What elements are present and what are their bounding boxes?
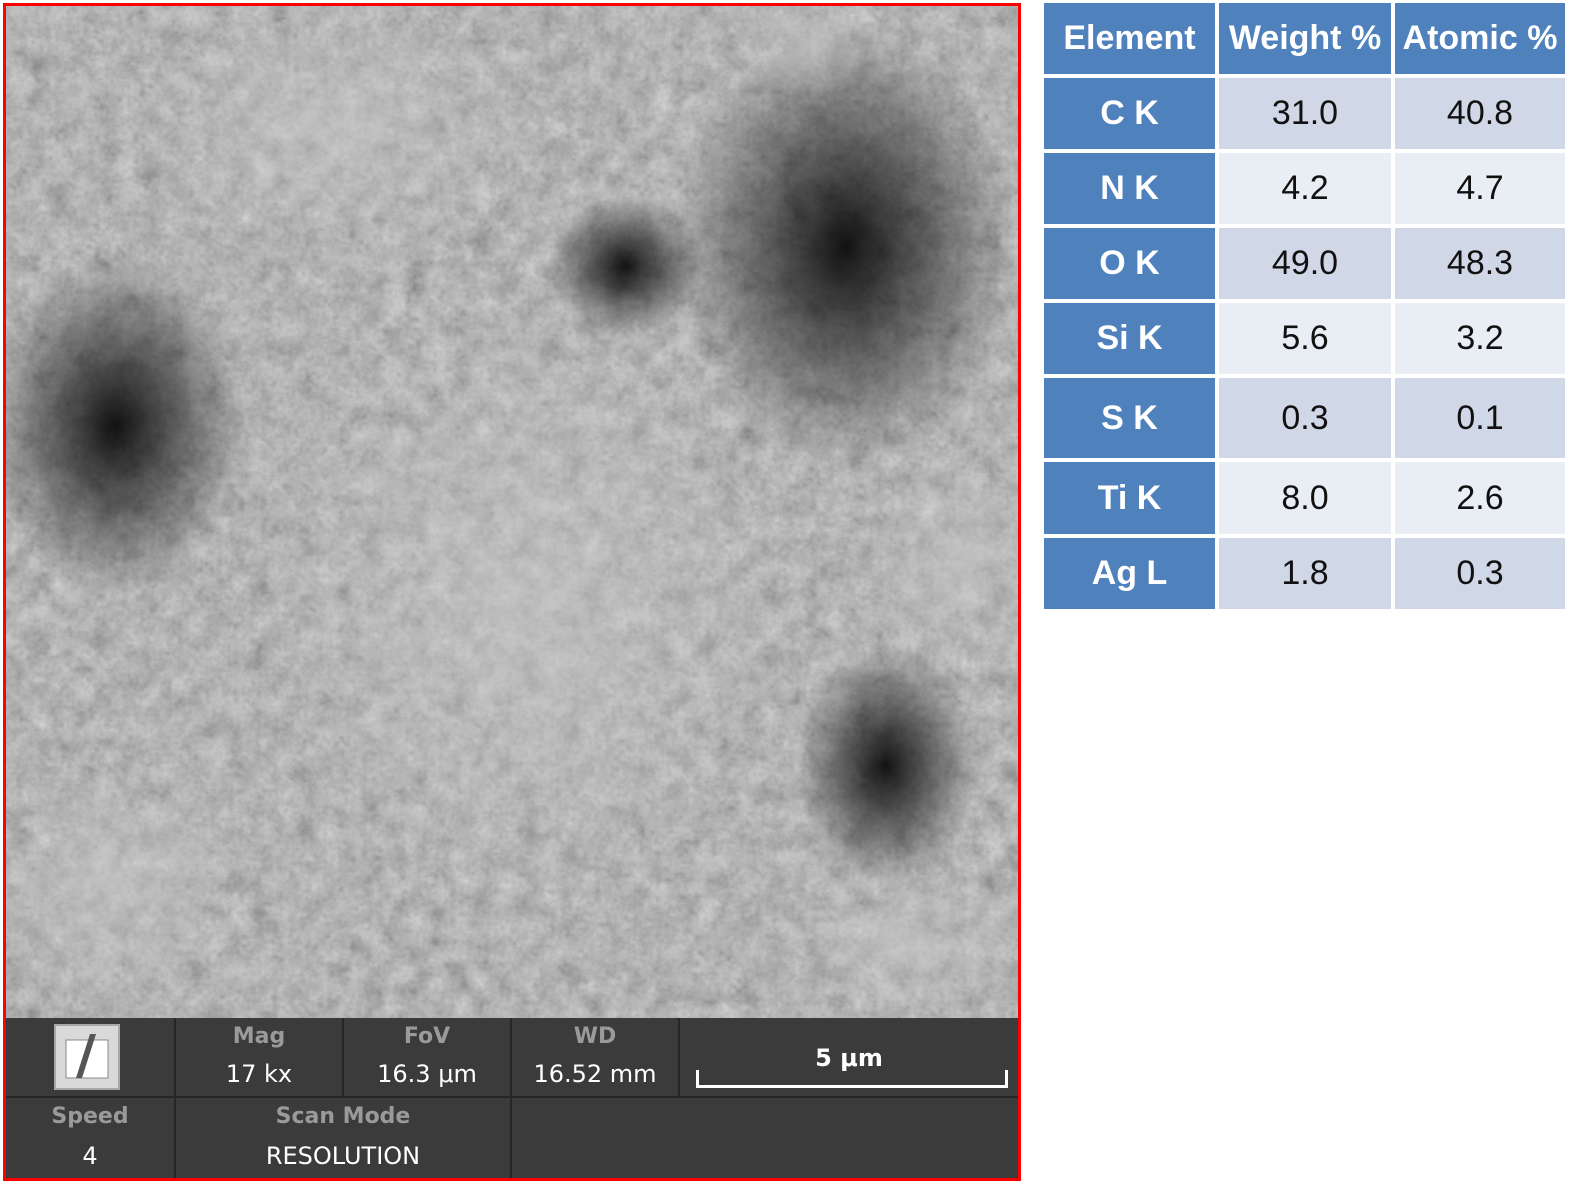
mag-cell: Mag 17 kx [176, 1018, 344, 1098]
header-element: Element [1044, 3, 1219, 78]
atomic-cell: 4.7 [1395, 153, 1569, 228]
logo-cell [6, 1018, 176, 1098]
table-row: S K 0.3 0.1 [1044, 378, 1569, 462]
scale-bar-cell: 5 μm [680, 1018, 1018, 1098]
header-atomic: Atomic % [1395, 3, 1569, 78]
phenom-logo-icon [54, 1024, 120, 1090]
speed-label: Speed [51, 1104, 129, 1129]
table-header-row: Element Weight % Atomic % [1044, 3, 1569, 78]
atomic-cell: 3.2 [1395, 303, 1569, 378]
table-row: Ti K 8.0 2.6 [1044, 462, 1569, 538]
scale-bar [696, 1070, 1008, 1088]
table-row: Si K 5.6 3.2 [1044, 303, 1569, 378]
sem-panel: Mag 17 kx FoV 16.3 μm WD 16.52 mm 5 μm S… [3, 3, 1021, 1181]
scale-bar-label: 5 μm [815, 1044, 883, 1072]
element-cell: S K [1044, 378, 1219, 462]
sem-databar: Mag 17 kx FoV 16.3 μm WD 16.52 mm 5 μm S… [6, 1018, 1018, 1178]
weight-cell: 49.0 [1219, 228, 1395, 303]
eds-composition-table: Element Weight % Atomic % C K 31.0 40.8 … [1044, 3, 1569, 613]
speed-cell: Speed 4 [6, 1098, 176, 1178]
element-cell: C K [1044, 78, 1219, 153]
scan-mode-cell: Scan Mode RESOLUTION [176, 1098, 512, 1178]
empty-cell [512, 1098, 1018, 1178]
wd-cell: WD 16.52 mm [512, 1018, 680, 1098]
fov-label: FoV [403, 1024, 451, 1049]
wd-value: 16.52 mm [533, 1060, 657, 1088]
atomic-cell: 2.6 [1395, 462, 1569, 538]
atomic-cell: 0.1 [1395, 378, 1569, 462]
table-row: O K 49.0 48.3 [1044, 228, 1569, 303]
atomic-cell: 48.3 [1395, 228, 1569, 303]
weight-cell: 1.8 [1219, 538, 1395, 613]
weight-cell: 5.6 [1219, 303, 1395, 378]
weight-cell: 0.3 [1219, 378, 1395, 462]
scan-mode-label: Scan Mode [275, 1104, 411, 1129]
element-cell: N K [1044, 153, 1219, 228]
mag-value: 17 kx [225, 1060, 293, 1088]
fov-value: 16.3 μm [377, 1060, 477, 1088]
weight-cell: 4.2 [1219, 153, 1395, 228]
element-cell: Ag L [1044, 538, 1219, 613]
speed-value: 4 [82, 1142, 98, 1170]
wd-label: WD [573, 1024, 617, 1049]
element-cell: Si K [1044, 303, 1219, 378]
element-cell: O K [1044, 228, 1219, 303]
scan-mode-value: RESOLUTION [265, 1142, 421, 1170]
header-weight: Weight % [1219, 3, 1395, 78]
fov-cell: FoV 16.3 μm [344, 1018, 512, 1098]
weight-cell: 31.0 [1219, 78, 1395, 153]
atomic-cell: 0.3 [1395, 538, 1569, 613]
logo-glyph [65, 1034, 109, 1079]
atomic-cell: 40.8 [1395, 78, 1569, 153]
table-row: C K 31.0 40.8 [1044, 78, 1569, 153]
table-row: Ag L 1.8 0.3 [1044, 538, 1569, 613]
element-cell: Ti K [1044, 462, 1219, 538]
sem-micrograph [6, 6, 1018, 1018]
mag-label: Mag [232, 1024, 286, 1049]
weight-cell: 8.0 [1219, 462, 1395, 538]
table-row: N K 4.2 4.7 [1044, 153, 1569, 228]
